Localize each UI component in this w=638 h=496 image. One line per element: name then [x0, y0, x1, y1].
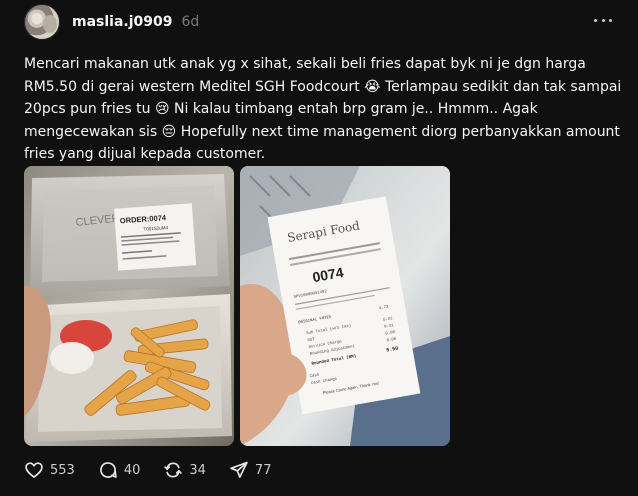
avatar[interactable]	[24, 4, 60, 40]
comment-count: 40	[123, 462, 141, 478]
like-button[interactable]: 553	[24, 460, 75, 480]
post-text: Mencari makanan utk anak yg x sihat, sek…	[24, 56, 626, 163]
share-count: 77	[254, 462, 272, 478]
photo-gallery: CLEVER ORDER:0074 T001S2uM4 Serapi Food …	[24, 166, 450, 446]
post-time: 6d	[181, 14, 200, 30]
post-actions: 553 40 34 77	[24, 458, 294, 482]
photo-fries-box[interactable]: CLEVER ORDER:0074 T001S2uM4	[24, 166, 234, 446]
more-options-icon[interactable]	[594, 13, 612, 27]
username[interactable]: maslia.j0909	[72, 14, 173, 30]
like-count: 553	[50, 462, 75, 478]
comment-icon	[99, 462, 117, 478]
photo-receipt[interactable]: Serapi Food 0074 SPV10080051482 ORIGINAL…	[240, 166, 450, 446]
order-slip: ORDER:0074 T001S2uM4	[113, 203, 197, 271]
thread-post: maslia.j0909 6d Mencari makanan utk anak…	[0, 0, 638, 496]
comment-button[interactable]: 40	[98, 460, 141, 480]
fries-box-image: CLEVER ORDER:0074 T001S2uM4	[24, 166, 234, 446]
receipt-image: Serapi Food 0074 SPV10080051482 ORIGINAL…	[240, 166, 450, 446]
heart-icon	[25, 462, 43, 479]
repost-icon	[164, 462, 183, 478]
share-icon	[230, 461, 248, 478]
repost-button[interactable]: 34	[163, 460, 206, 480]
share-button[interactable]: 77	[229, 460, 272, 480]
repost-count: 34	[189, 462, 206, 478]
post-header: maslia.j0909 6d	[24, 4, 199, 40]
